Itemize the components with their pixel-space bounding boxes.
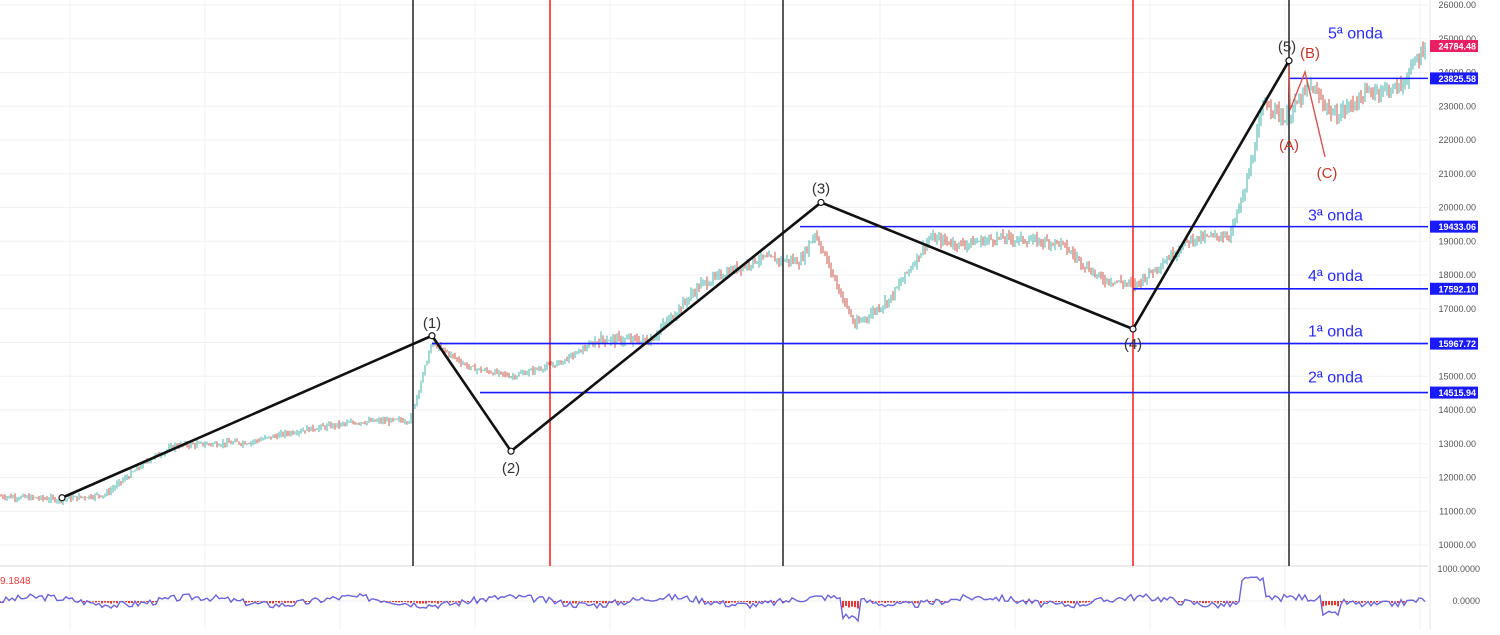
price-badge-label: 23825.58	[1438, 74, 1476, 84]
y-tick-label: 17000.00	[1438, 304, 1476, 314]
wave-pivot	[507, 447, 515, 455]
wave-number-label: (2)	[502, 460, 520, 477]
chart-svg: 5ª onda 3ª onda 4ª onda 1ª onda 2ª onda (1) (…	[0, 0, 1500, 630]
y-tick-label: 19000.00	[1438, 236, 1476, 246]
wave-pivot	[1285, 57, 1293, 65]
osc-value-label: 9.1848	[0, 576, 31, 587]
axis-background	[1430, 0, 1500, 630]
level-label: 4ª onda	[1308, 268, 1363, 285]
wave-pivot	[1129, 325, 1137, 333]
chart-background	[0, 0, 1500, 630]
y-tick-label: 20000.00	[1438, 203, 1476, 213]
price-badge-label: 24784.48	[1438, 42, 1476, 52]
osc-tick-label: 0.0000	[1452, 596, 1480, 606]
elliott-wave-chart: 5ª onda 3ª onda 4ª onda 1ª onda 2ª onda (1) (…	[0, 0, 1500, 630]
y-tick-label: 21000.00	[1438, 169, 1476, 179]
level-label: 2ª onda	[1308, 370, 1363, 387]
osc-tick-label: 1000.0000	[1437, 564, 1480, 574]
wave-number-label: (5)	[1278, 39, 1296, 56]
y-tick-label: 12000.00	[1438, 473, 1476, 483]
price-axis: 26000.0025000.0024000.0023000.0022000.00…	[1429, 0, 1500, 630]
wave-pivot	[817, 198, 825, 207]
wave-number-label: (1)	[423, 315, 441, 332]
corrective-label: (C)	[1317, 165, 1338, 182]
wave-pivot	[428, 332, 436, 340]
level-label: 3ª onda	[1308, 208, 1363, 225]
y-tick-label: 26000.00	[1438, 0, 1476, 10]
y-tick-label: 15000.00	[1438, 371, 1476, 381]
y-tick-label: 22000.00	[1438, 135, 1476, 145]
level-label: 1ª onda	[1308, 324, 1363, 341]
price-badge-label: 17592.10	[1438, 284, 1476, 294]
wave-number-label: (4)	[1124, 336, 1142, 353]
y-tick-label: 23000.00	[1438, 101, 1476, 111]
y-tick-label: 10000.00	[1438, 540, 1476, 550]
y-tick-label: 14000.00	[1438, 405, 1476, 415]
y-tick-label: 13000.00	[1438, 439, 1476, 449]
price-badge-label: 14515.94	[1438, 388, 1476, 398]
y-tick-label: 11000.00	[1439, 506, 1476, 516]
wave-pivot	[58, 494, 66, 502]
corrective-label: (A)	[1279, 137, 1299, 154]
level-label: 5ª onda	[1328, 25, 1383, 42]
price-badge-label: 19433.06	[1438, 222, 1476, 232]
price-badge-label: 15967.72	[1438, 339, 1476, 349]
corrective-label: (B)	[1300, 45, 1320, 62]
wave-number-label: (3)	[812, 180, 830, 197]
y-tick-label: 18000.00	[1438, 270, 1476, 280]
